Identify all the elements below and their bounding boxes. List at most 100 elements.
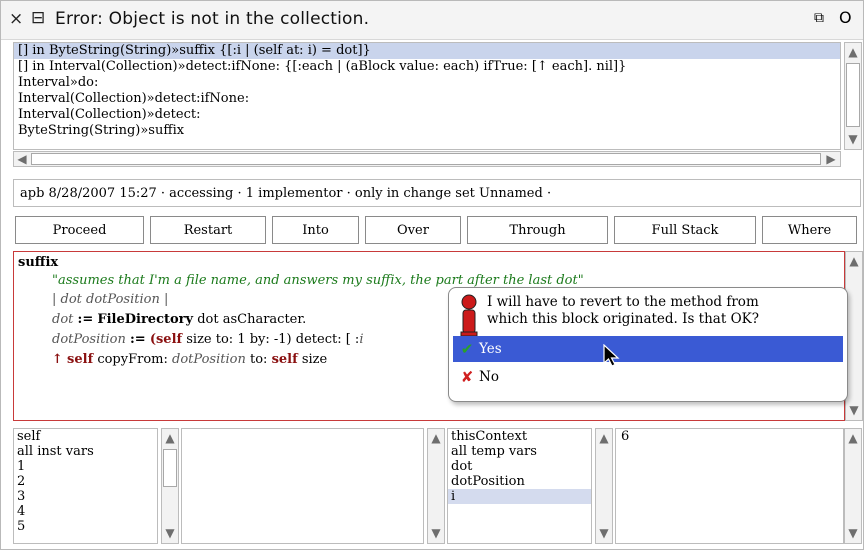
scroll-down-arrow-icon[interactable]: ▼: [597, 526, 611, 540]
scroll-left-arrow-icon[interactable]: ◀: [15, 152, 29, 166]
dialog-message-line: which this block originated. Is that OK?: [487, 311, 759, 327]
code-token: self: [271, 352, 298, 367]
check-icon: ✔: [460, 340, 474, 358]
confirm-dialog[interactable]: I will have to revert to the method from…: [448, 287, 848, 402]
code-line-4: dotPosition := (self size to: 1 by: -1) …: [52, 332, 363, 347]
scroll-up-arrow-icon[interactable]: ▲: [846, 431, 860, 445]
scroll-up-arrow-icon[interactable]: ▲: [429, 431, 443, 445]
method-info-bar: apb 8/28/2007 15:27 · accessing · 1 impl…: [13, 179, 861, 207]
field-item[interactable]: 3: [14, 489, 157, 504]
field-item[interactable]: 1: [14, 459, 157, 474]
field-item[interactable]: 5: [14, 519, 157, 534]
option-label: Yes: [479, 341, 502, 357]
scroll-thumb[interactable]: [846, 63, 860, 127]
stack-item[interactable]: Interval»do:: [14, 75, 840, 91]
context-value-pane[interactable]: 6: [615, 428, 844, 544]
code-token: copyFrom:: [97, 352, 168, 367]
context-fields-scrollbar[interactable]: ▲ ▼: [595, 428, 613, 544]
scroll-down-arrow-icon[interactable]: ▼: [163, 526, 177, 540]
code-token: size: [301, 352, 328, 367]
scroll-down-arrow-icon[interactable]: ▼: [429, 526, 443, 540]
scroll-right-arrow-icon[interactable]: ▶: [824, 152, 838, 166]
over-button[interactable]: Over: [365, 216, 461, 244]
method-comment: "assumes that I'm a file name, and answe…: [52, 273, 584, 288]
field-item[interactable]: thisContext: [448, 429, 591, 444]
scroll-down-arrow-icon[interactable]: ▼: [847, 403, 861, 417]
scroll-up-arrow-icon[interactable]: ▲: [847, 254, 861, 268]
code-token: dotPosition: [52, 332, 126, 347]
code-token: dot: [52, 312, 74, 327]
field-item[interactable]: 4: [14, 504, 157, 519]
yes-option[interactable]: ✔ Yes: [453, 336, 843, 362]
receiver-value-pane[interactable]: [181, 428, 424, 544]
window-menu-icon[interactable]: ⊟: [31, 8, 45, 28]
temps-declaration: | dot dotPosition |: [52, 292, 169, 307]
code-line-5: ↑ self copyFrom: dotPosition to: self si…: [52, 352, 327, 367]
scroll-up-arrow-icon[interactable]: ▲: [846, 45, 860, 59]
field-item[interactable]: dot: [448, 459, 591, 474]
code-temps-line: | dot dotPosition |: [52, 292, 168, 307]
code-line-3: dot := FileDirectory dot asCharacter.: [52, 312, 306, 327]
through-button[interactable]: Through: [467, 216, 608, 244]
code-token: size to: 1 by: -1) detect: [ :: [186, 332, 360, 347]
cross-icon: ✘: [460, 368, 474, 386]
stack-item[interactable]: [] in ByteString(String)»suffix {[:i | (…: [14, 43, 840, 59]
stack-item[interactable]: Interval(Collection)»detect:: [14, 107, 840, 123]
receiver-fields-scrollbar[interactable]: ▲ ▼: [161, 428, 179, 544]
scroll-down-arrow-icon[interactable]: ▼: [846, 526, 860, 540]
context-value-scrollbar[interactable]: ▲ ▼: [844, 428, 862, 544]
code-token: to:: [249, 352, 268, 367]
expand-icon[interactable]: O: [839, 8, 852, 27]
field-item[interactable]: i: [448, 489, 591, 504]
scroll-up-arrow-icon[interactable]: ▲: [163, 431, 177, 445]
receiver-value-scrollbar[interactable]: ▲ ▼: [427, 428, 445, 544]
into-button[interactable]: Into: [272, 216, 359, 244]
code-comment-line: "assumes that I'm a file name, and answe…: [52, 273, 584, 288]
scroll-up-arrow-icon[interactable]: ▲: [597, 431, 611, 445]
scroll-thumb[interactable]: [163, 449, 177, 487]
stack-list[interactable]: [] in ByteString(String)»suffix {[:i | (…: [13, 42, 841, 150]
option-label: No: [479, 369, 499, 385]
code-token: dotPosition: [172, 352, 246, 367]
value-text: [182, 429, 423, 444]
receiver-fields-list[interactable]: self all inst vars 1 2 3 4 5: [13, 428, 158, 544]
scroll-thumb[interactable]: [31, 153, 821, 165]
value-text: 6: [621, 429, 630, 444]
proceed-button[interactable]: Proceed: [15, 216, 144, 244]
mouse-pointer-icon: [603, 344, 620, 367]
code-token: dot asCharacter.: [197, 312, 307, 327]
stack-item[interactable]: ByteString(String)»suffix: [14, 123, 840, 139]
code-token: :=: [129, 332, 146, 347]
where-button[interactable]: Where: [762, 216, 857, 244]
field-item[interactable]: self: [14, 429, 157, 444]
return-caret: ↑: [52, 352, 63, 367]
stack-horizontal-scrollbar[interactable]: ◀ ▶: [13, 151, 841, 167]
field-item[interactable]: all inst vars: [14, 444, 157, 459]
stack-item[interactable]: [] in Interval(Collection)»detect:ifNone…: [14, 59, 840, 75]
stack-item[interactable]: Interval(Collection)»detect:ifNone:: [14, 91, 840, 107]
stack-vertical-scrollbar[interactable]: ▲ ▼: [844, 42, 862, 150]
code-token: :=: [77, 312, 94, 327]
context-fields-list[interactable]: thisContext all temp vars dot dotPositio…: [447, 428, 592, 544]
code-token: self: [67, 352, 94, 367]
code-token: i: [359, 332, 364, 347]
collapse-icon[interactable]: ⧉: [814, 10, 824, 26]
field-item[interactable]: dotPosition: [448, 474, 591, 489]
scroll-down-arrow-icon[interactable]: ▼: [846, 132, 860, 146]
window-title: Error: Object is not in the collection.: [55, 9, 370, 29]
dialog-message: I will have to revert to the method from…: [487, 294, 759, 328]
code-selector-line: suffix: [18, 255, 58, 270]
code-token: FileDirectory: [97, 312, 194, 327]
no-option[interactable]: ✘ No: [453, 364, 843, 390]
code-token: self: [155, 332, 183, 347]
field-item[interactable]: all temp vars: [448, 444, 591, 459]
close-icon[interactable]: ×: [9, 9, 23, 29]
field-item[interactable]: 2: [14, 474, 157, 489]
dialog-message-line: I will have to revert to the method from: [487, 294, 759, 310]
title-bar: × ⊟ Error: Object is not in the collecti…: [1, 1, 863, 40]
debugger-window: × ⊟ Error: Object is not in the collecti…: [0, 0, 864, 550]
exclamation-icon: [460, 294, 478, 337]
full-stack-button[interactable]: Full Stack: [614, 216, 756, 244]
method-selector: suffix: [18, 255, 59, 270]
restart-button[interactable]: Restart: [150, 216, 266, 244]
